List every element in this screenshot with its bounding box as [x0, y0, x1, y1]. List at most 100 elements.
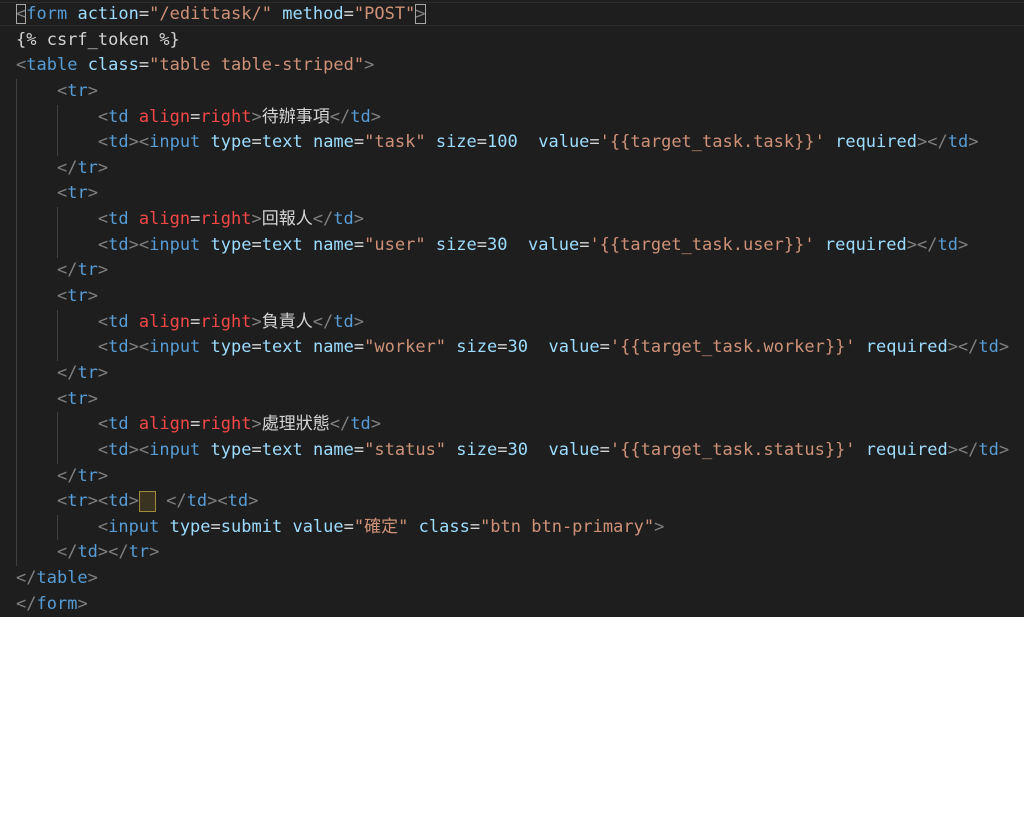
tag-name: td [108, 414, 129, 435]
cursor-selection [138, 490, 156, 512]
text [446, 337, 456, 357]
attribute: value [538, 132, 590, 153]
equals-sign: = [353, 132, 365, 153]
indent-guide [16, 258, 17, 285]
attribute: type [210, 234, 252, 255]
equals-sign: = [138, 4, 150, 24]
punctuation: > [97, 362, 109, 383]
code-line[interactable]: <td align=right>處理狀態</td> [0, 412, 1024, 438]
text [518, 132, 538, 152]
attribute: class [418, 516, 470, 537]
punctuation: < [97, 337, 109, 358]
attribute: type [210, 337, 252, 358]
tag-name: td [108, 209, 129, 230]
text [528, 440, 548, 460]
text [200, 132, 210, 152]
tag-name: td [77, 542, 98, 563]
code-line[interactable]: </tr> [0, 463, 1024, 490]
punctuation: </ [329, 106, 351, 127]
attribute: size [435, 234, 477, 255]
attribute-highlight: right [200, 106, 252, 127]
punctuation: ></ [947, 337, 979, 358]
code-line[interactable]: <tr> [0, 284, 1024, 310]
attribute: text [261, 337, 303, 358]
punctuation: > [87, 80, 98, 101]
code-line[interactable]: <td><input type=text name="user" size=30… [0, 232, 1024, 259]
equals-sign: = [353, 337, 365, 358]
code-line[interactable]: {% csrf_token %} [0, 28, 1024, 54]
text [16, 260, 57, 280]
indent-guide [56, 437, 58, 464]
tag-name: td [937, 234, 958, 255]
tag-name: td [978, 337, 999, 358]
punctuation: >< [128, 439, 150, 460]
code-line[interactable]: <td align=right>回報人</td> [0, 207, 1024, 233]
indent-guide [16, 540, 17, 567]
text [16, 363, 57, 383]
code-line[interactable]: <tr> [0, 181, 1024, 208]
tag-name: td [108, 106, 129, 127]
code-line[interactable]: <input type=submit value="確定" class="btn… [0, 514, 1024, 541]
tag-name: td [350, 414, 371, 435]
code-line[interactable]: </table> [0, 566, 1024, 592]
string-literal: '{{target_task.user}}' [589, 234, 815, 255]
equals-sign: = [138, 55, 150, 76]
text [508, 235, 528, 255]
code-line[interactable]: <tr> [0, 78, 1024, 105]
code-line[interactable]: </form> [0, 592, 1024, 617]
attribute: type [210, 132, 252, 153]
text [272, 4, 282, 24]
attribute: required [835, 132, 917, 153]
attribute: text [261, 132, 303, 153]
equals-sign: = [497, 337, 508, 358]
matched-bracket: > [415, 4, 426, 24]
tag-name: tr [67, 491, 88, 512]
punctuation: </ [56, 465, 78, 486]
punctuation: > [353, 311, 364, 332]
punctuation: > [957, 234, 969, 255]
code-line[interactable]: <td align=right>待辦事項</td> [0, 104, 1024, 131]
attribute: name [312, 234, 354, 255]
punctuation: > [97, 260, 109, 281]
text [16, 389, 57, 409]
code-line[interactable]: <form action="/edittask/" method="POST"> [0, 2, 1024, 28]
attribute: required [865, 337, 948, 358]
code-line[interactable]: <td><input type=text name="task" size=10… [0, 130, 1024, 156]
code-line[interactable]: </tr> [0, 258, 1024, 285]
string-literal: "確定" [353, 516, 409, 537]
punctuation: </ [16, 593, 37, 614]
punctuation: < [56, 491, 68, 512]
text [16, 286, 57, 306]
code-line[interactable]: <td><input type=text name="worker" size=… [0, 335, 1024, 361]
indent-guide [16, 284, 17, 310]
tag-name: table [26, 55, 78, 76]
punctuation: < [97, 439, 109, 460]
code-line[interactable]: <table class="table table-striped"> [0, 53, 1024, 79]
code-line[interactable]: <tr><td> </td><td> [0, 489, 1024, 515]
text [446, 440, 456, 460]
code-line[interactable]: <td><input type=text name="status" size=… [0, 437, 1024, 464]
text [16, 158, 57, 178]
attribute-highlight: align [138, 209, 191, 230]
code-line[interactable]: </tr> [0, 360, 1024, 387]
tag-name: td [333, 311, 354, 332]
code-editor[interactable]: <form action="/edittask/" method="POST">… [0, 0, 1024, 617]
matched-bracket: < [16, 4, 27, 24]
code-line[interactable]: <td align=right>負責人</td> [0, 309, 1024, 336]
code-line[interactable]: </tr> [0, 155, 1024, 182]
attribute-highlight: right [200, 311, 252, 332]
string-literal: "/edittask/" [149, 4, 272, 24]
code-lines[interactable]: <form action="/edittask/" method="POST">… [0, 2, 1024, 617]
text [129, 209, 139, 229]
code-line[interactable]: </td></tr> [0, 540, 1024, 567]
indent-guide [16, 514, 17, 541]
text: 處理狀態 [261, 414, 330, 435]
attribute: method [282, 4, 344, 24]
tag-name: tr [67, 388, 88, 409]
punctuation: > [149, 542, 160, 563]
text: 待辦事項 [261, 106, 330, 127]
punctuation: </ [16, 568, 37, 589]
indent-guide [56, 207, 58, 233]
punctuation: > [251, 106, 262, 127]
code-line[interactable]: <tr> [0, 386, 1024, 413]
